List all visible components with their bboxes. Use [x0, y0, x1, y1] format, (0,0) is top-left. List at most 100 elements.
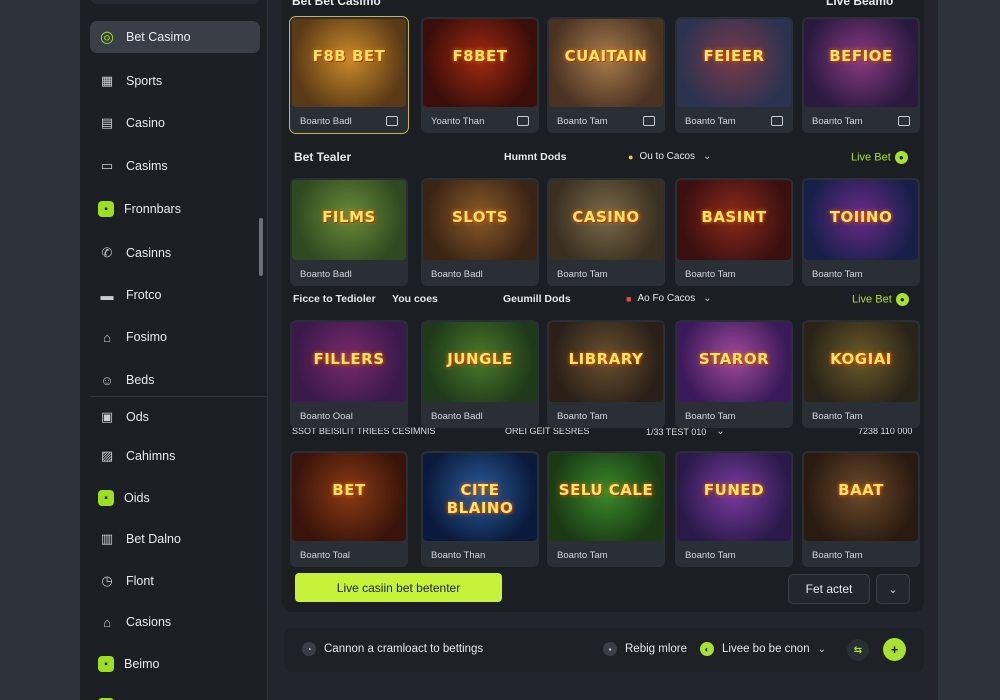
game-card[interactable]: F8BET Yoanto Than: [421, 17, 539, 133]
sidebar-item-label: Oids: [124, 491, 150, 505]
plus-icon: +: [890, 642, 899, 657]
game-name: Boanto Tam: [557, 268, 608, 280]
casino-icon: ▤: [100, 115, 114, 130]
sidebar-item-label: Sports: [126, 74, 163, 88]
game-card[interactable]: CITE BLAINO Boanto Than: [421, 451, 539, 567]
game-logo-text: F8BET: [452, 47, 508, 65]
sidebar-item-casinns[interactable]: ✆ Casinns: [90, 237, 260, 269]
game-logo-text: CUAITAIN: [564, 47, 648, 65]
game-card[interactable]: F8B BET Boanto Badl: [289, 16, 409, 134]
briefcase-icon[interactable]: [643, 116, 655, 126]
game-name: Boanto Tam: [685, 410, 736, 422]
game-name: Yoanto Than: [431, 115, 485, 127]
game-thumbnail: SLOTS: [423, 180, 537, 260]
game-card[interactable]: STAROR Boanto Tam: [675, 320, 793, 428]
flag-icon: ■: [626, 293, 632, 304]
sidebar-item-label: Casims: [126, 159, 168, 173]
game-card-footer: Boanto Tam: [675, 262, 793, 286]
briefcase-icon[interactable]: [771, 116, 783, 126]
game-logo-text: BEFIOE: [829, 47, 893, 65]
briefcase-icon[interactable]: [898, 116, 910, 126]
game-card[interactable]: FILMS Boanto Badl: [290, 178, 408, 286]
sidebar-item-casims[interactable]: ▭ Casims: [90, 150, 260, 182]
section-sub-row3: You coes: [392, 293, 438, 305]
game-card[interactable]: FEIEER Boanto Tam: [675, 17, 793, 133]
game-card-footer: Boanto Toal: [290, 543, 408, 567]
secondary-action-button[interactable]: Fet actet: [788, 574, 870, 604]
game-card-footer: Boanto Tam: [675, 109, 793, 133]
game-thumbnail: FEIEER: [677, 19, 791, 107]
sidebar-item-fosimo[interactable]: ⌂ Fosimo: [90, 321, 260, 353]
user-icon: ☺: [100, 372, 114, 388]
sidebar-item-label: Flont: [126, 574, 154, 588]
game-card[interactable]: CUAITAIN Boanto Tam: [547, 17, 665, 133]
game-card[interactable]: SELU CALE Boanto Tam: [547, 451, 665, 567]
game-card[interactable]: BASINT Boanto Tam: [675, 178, 793, 286]
sidebar-item-casino[interactable]: ▤ Casino: [90, 107, 260, 139]
game-card[interactable]: LIBRARY Boanto Tam: [547, 320, 665, 428]
filter-dropdown-row3[interactable]: ■ Ao Fo Cacos ⌄: [626, 293, 712, 304]
briefcase-icon[interactable]: [517, 116, 529, 126]
game-thumbnail: CUAITAIN: [549, 19, 663, 107]
live-bet-link-row2[interactable]: Live Bet ●: [851, 151, 908, 164]
game-card[interactable]: FILLERS Boanto Ooal: [290, 320, 408, 428]
game-card[interactable]: TOIINO Boanto Tam: [802, 178, 920, 286]
game-name: Boanto Tam: [557, 549, 608, 561]
info-icon: ◔: [302, 642, 316, 656]
briefcase-icon[interactable]: [386, 116, 398, 126]
more-link[interactable]: ▪ Rebig mlore: [603, 642, 687, 656]
sidebar-item-sports[interactable]: ▦ Sports: [90, 65, 260, 97]
game-card-footer: Boanto Tam: [547, 262, 665, 286]
sidebar-item-casions[interactable]: ⌂ Casions: [90, 606, 260, 638]
game-card-footer: Boanto Tam: [802, 262, 920, 286]
clock-icon: ◷: [101, 573, 113, 588]
game-thumbnail: SELU CALE: [549, 453, 663, 541]
filter-label: Ao Fo Cacos: [637, 293, 696, 304]
game-thumbnail: KOGIAI: [804, 322, 918, 402]
game-name: Boanto Tam: [812, 410, 863, 422]
game-thumbnail: CASINO: [549, 180, 663, 260]
game-card[interactable]: BEFIOE Boanto Tam: [802, 17, 920, 133]
sidebar-item-partial[interactable]: ▪: [90, 690, 260, 700]
live-casino-cta-button[interactable]: Live casiin bet betenter: [295, 573, 502, 602]
game-logo-text: SLOTS: [451, 208, 509, 226]
live-dropdown[interactable]: ◐ Livee bo be cnon ⌄: [700, 642, 826, 656]
game-logo-text: BET: [332, 481, 366, 499]
sidebar-item-ods[interactable]: ▣ Ods: [90, 401, 260, 433]
sidebar-item-frotco[interactable]: ▬ Frotco: [90, 279, 260, 311]
sidebar-item-bet-dalno[interactable]: ▥ Bet Dalno: [90, 523, 260, 555]
toggle-button[interactable]: ⇆: [847, 639, 869, 661]
sidebar-scrollbar[interactable]: [259, 218, 263, 276]
live-badge-icon: ●: [895, 293, 909, 306]
section-mid-row2[interactable]: Humnt Dods: [504, 151, 566, 163]
game-card[interactable]: BET Boanto Toal: [290, 451, 408, 567]
game-card[interactable]: JUNGLE Boanto Badl: [421, 320, 539, 428]
game-card[interactable]: CASINO Boanto Tam: [547, 178, 665, 286]
game-logo-text: CASINO: [572, 208, 640, 226]
section-mid-row3[interactable]: Geumill Dods: [503, 293, 571, 305]
game-card[interactable]: FUNED Boanto Tam: [675, 451, 793, 567]
chevron-down-icon: ⌄: [888, 583, 898, 596]
game-thumbnail: JUNGLE: [423, 322, 537, 402]
section-title-row3: Ficce to Tedioler: [293, 293, 376, 305]
section-right-top[interactable]: Live Beamo: [826, 0, 893, 8]
sidebar-item-beimo[interactable]: ▪ Beimo: [90, 648, 260, 680]
card-icon: ▭: [100, 158, 114, 173]
sidebar-item-oids[interactable]: ▪ Oids: [90, 482, 260, 514]
expand-dropdown-button[interactable]: ⌄: [876, 574, 910, 604]
film-icon: ▬: [100, 287, 114, 303]
game-card[interactable]: BAAT Boanto Tam: [802, 451, 920, 567]
game-card[interactable]: SLOTS Boanto Badl: [421, 178, 539, 286]
sidebar-item-cahimns[interactable]: ▨ Cahimns: [90, 440, 260, 472]
game-name: Boanto Tam: [812, 549, 863, 561]
game-card[interactable]: KOGIAI Boanto Tam: [802, 320, 920, 428]
sidebar-item-flont[interactable]: ◷ Flont: [90, 565, 260, 597]
game-card-footer: Boanto Tam: [547, 404, 665, 428]
sidebar-item-bet-casimo[interactable]: ◎ Bet Casimo: [90, 21, 260, 53]
live-bet-link-row3[interactable]: Live Bet ●: [852, 293, 909, 306]
sidebar-item-beds[interactable]: ☺ Beds: [90, 364, 260, 396]
add-button[interactable]: +: [883, 638, 906, 661]
sidebar-item-fronnbars[interactable]: ▪ Fronnbars: [90, 193, 260, 225]
game-logo-text: FUNED: [703, 481, 765, 499]
filter-dropdown-row2[interactable]: ● Ou to Cacos ⌄: [628, 151, 711, 162]
